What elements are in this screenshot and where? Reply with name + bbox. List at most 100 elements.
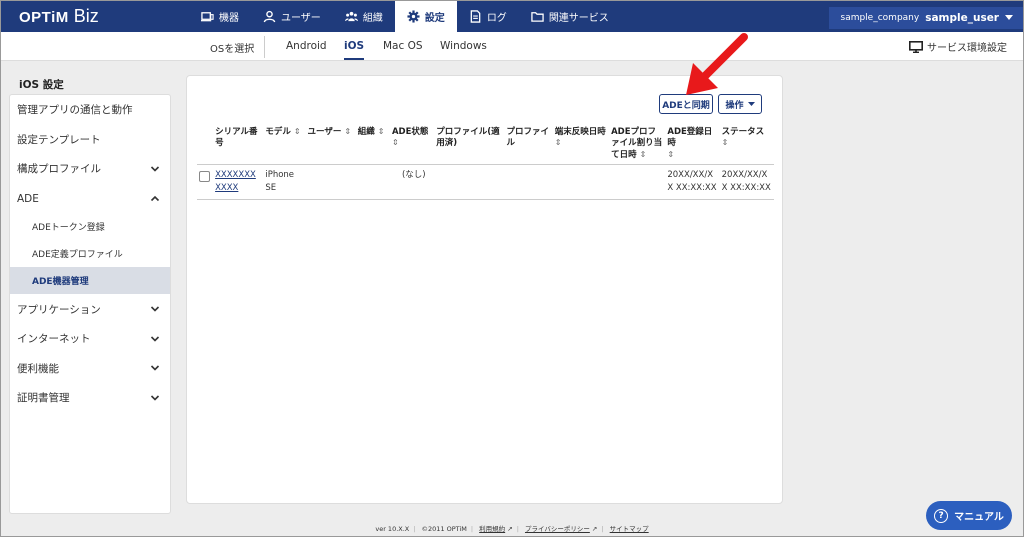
terms-link[interactable]: 利用規約: [479, 525, 505, 533]
registered-at-cell: 20XX/XX/XX XX:XX:XX: [667, 170, 717, 194]
nav-organization[interactable]: 組織: [333, 1, 395, 32]
divider: [264, 36, 265, 58]
sidebar-item-config-profile[interactable]: 構成プロファイル: [10, 154, 170, 184]
column-header-reflected-at[interactable]: 端末反映日時 ⇕: [552, 122, 610, 166]
tab-ios[interactable]: iOS: [344, 40, 365, 60]
gear-icon: [407, 10, 420, 23]
column-header-status[interactable]: ステータス ⇕: [719, 122, 774, 166]
ade-state-cell: (なし): [401, 170, 426, 181]
logo-sub-text: Biz: [73, 6, 99, 26]
chevron-up-icon: [150, 195, 160, 201]
sidebar-item-applications[interactable]: アプリケーション: [10, 294, 170, 324]
nav-devices[interactable]: 機器: [189, 1, 251, 32]
sidebar-item-ade-device-management[interactable]: ADE機器管理: [10, 267, 170, 295]
sidebar-item-ade-token[interactable]: ADEトークン登録: [10, 213, 170, 240]
os-tab-bar: OSを選択 Android iOS Mac OS Windows サービス環境設…: [1, 32, 1023, 61]
column-header-profile: プロファイル: [504, 122, 553, 166]
column-header-ade-state[interactable]: ADE状態 ⇕: [389, 122, 435, 166]
sort-icon: ⇕: [721, 138, 729, 148]
privacy-link[interactable]: プライバシーポリシー: [525, 525, 590, 533]
annotation-arrow: [686, 33, 748, 95]
nav-label: 機器: [219, 13, 239, 24]
column-label: ADE登録日時: [667, 127, 713, 149]
column-header-assigned-at[interactable]: ADEプロファイル割り当て日時 ⇕: [609, 122, 666, 166]
column-label: ADE状態: [391, 127, 429, 137]
sidebar-item-label: 証明書管理: [17, 392, 70, 405]
table-row: XXXXXXXXXXX iPhone SE (なし) 20XX/XX/XX XX…: [197, 164, 774, 200]
sort-icon: ⇕: [293, 127, 301, 136]
sort-icon: ⇕: [344, 127, 352, 136]
sidebar-item-label: 便利機能: [17, 362, 59, 375]
nav-users[interactable]: ユーザー: [251, 1, 333, 32]
sidebar-item-settings-template[interactable]: 設定テンプレート: [10, 125, 170, 155]
sidebar-item-ade[interactable]: ADE: [10, 184, 170, 214]
caret-down-icon: [747, 101, 755, 106]
column-label: ユーザー: [307, 127, 342, 137]
column-header-profile-applied: プロファイル(適用済): [434, 122, 505, 166]
os-select-label: OSを選択: [210, 44, 255, 55]
row-checkbox[interactable]: [199, 171, 210, 183]
organization-icon: [344, 11, 358, 22]
nav-settings[interactable]: 設定: [394, 1, 457, 32]
sort-icon: ⇕: [377, 127, 385, 136]
footer: ver 10.X.X | ©2011 OPTiM | 利用規約 ↗ | プライバシーポ…: [375, 525, 649, 533]
column-label: 端末反映日時: [554, 127, 606, 137]
top-navbar: OPTiM Biz 機器 ユーザー 組織 設定 ログ 関連サービス sample…: [1, 1, 1023, 32]
nav-log[interactable]: ログ: [457, 1, 519, 32]
company-name: sample_company: [840, 13, 920, 23]
sidebar-item-label: インターネット: [17, 333, 91, 346]
status-cell: 20XX/XX/XX XX:XX:XX: [721, 170, 771, 194]
logo-text: OPTiM: [19, 9, 69, 26]
monitor-icon: [909, 40, 923, 53]
tab-macos[interactable]: Mac OS: [383, 40, 423, 52]
nav-related-services[interactable]: 関連サービス: [519, 1, 621, 32]
sidebar-item-ade-profile[interactable]: ADE定義プロファイル: [10, 240, 170, 267]
service-env-settings-link[interactable]: サービス環境設定: [909, 39, 1007, 54]
sidebar-item-label: アプリケーション: [17, 303, 101, 316]
sidebar-item-convenience[interactable]: 便利機能: [10, 354, 170, 384]
sort-icon: ⇕: [639, 149, 647, 159]
sidebar-item-label: ADE機器管理: [32, 277, 89, 288]
optim-biz-logo[interactable]: OPTiM Biz: [19, 6, 179, 27]
version-text: ver 10.X.X: [375, 525, 410, 533]
column-label: モデル: [265, 127, 291, 137]
column-label: プロファイル(適用済): [436, 127, 500, 149]
column-label: シリアル番号: [215, 127, 258, 149]
column-header-organization[interactable]: 組織 ⇕: [355, 122, 390, 166]
manual-button[interactable]: ? マニュアル: [926, 501, 1012, 530]
sidebar-item-app-communication[interactable]: 管理アプリの通信と動作: [10, 95, 170, 125]
tab-android[interactable]: Android: [286, 40, 327, 52]
column-label: ADEプロファイル割り当て日時: [611, 127, 663, 160]
sort-icon: ⇕: [554, 138, 562, 148]
nav-label: 設定: [424, 13, 445, 24]
manual-label: マニュアル: [954, 512, 1004, 523]
sidebar-item-internet[interactable]: インターネット: [10, 324, 170, 354]
tab-windows[interactable]: Windows: [440, 40, 487, 52]
serial-link[interactable]: XXXXXXXXXXX: [215, 170, 256, 193]
column-header-serial[interactable]: シリアル番号: [213, 122, 264, 166]
column-header-registered-at[interactable]: ADE登録日時 ⇕: [665, 122, 720, 166]
column-label: ステータス: [721, 127, 765, 137]
sidebar-item-label: ADE: [17, 192, 39, 205]
operation-label: 操作: [725, 100, 744, 111]
select-all-header: [197, 122, 214, 166]
main-panel: ADEと同期 操作 シリアル番号 モデル ⇕ ユーザー ⇕ 組織 ⇕ ADE状態…: [186, 75, 783, 504]
user-icon: [263, 10, 276, 23]
external-link-icon: ↗: [507, 525, 513, 533]
column-header-model[interactable]: モデル ⇕: [263, 122, 306, 166]
sidebar-title: iOS 設定: [19, 79, 64, 91]
column-label: 組織: [357, 127, 375, 137]
sidebar-item-label: 管理アプリの通信と動作: [17, 104, 133, 117]
folder-icon: [531, 12, 544, 22]
sidebar-item-label: ADE定義プロファイル: [32, 250, 123, 261]
sidebar-item-certificates[interactable]: 証明書管理: [10, 383, 170, 413]
column-header-user[interactable]: ユーザー ⇕: [305, 122, 356, 166]
devices-icon: [201, 12, 214, 22]
nav-label: ログ: [486, 13, 507, 24]
model-cell: iPhone SE: [265, 170, 295, 194]
sitemap-link[interactable]: サイトマップ: [610, 525, 649, 533]
table-header-row: シリアル番号 モデル ⇕ ユーザー ⇕ 組織 ⇕ ADE状態 ⇕ プロファイル(適…: [197, 122, 774, 166]
copyright-text: ©2011 OPTiM: [421, 525, 467, 533]
log-icon: [470, 10, 481, 23]
account-menu[interactable]: sample_company sample_user: [829, 7, 1023, 29]
